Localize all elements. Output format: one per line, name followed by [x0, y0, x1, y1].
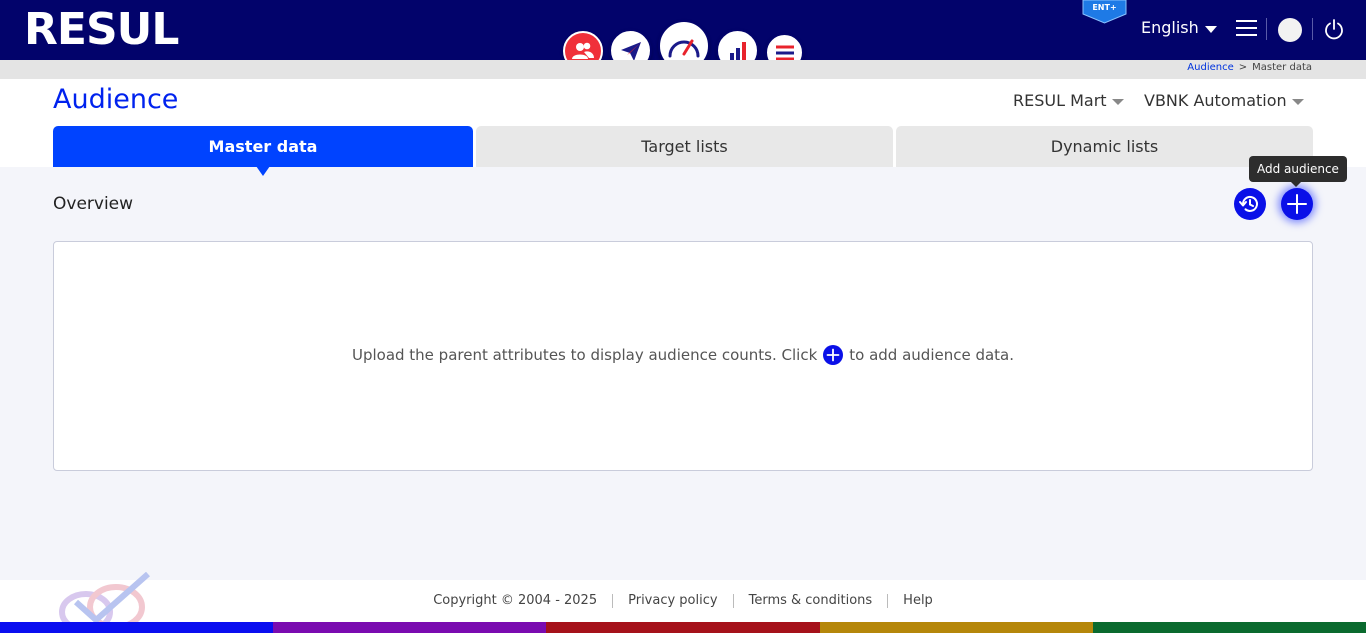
header-divider: [1266, 18, 1267, 40]
breadcrumb-bar: [0, 60, 1366, 79]
chevron-down-icon: [1111, 99, 1124, 105]
empty-state-text-after: to add audience data.: [849, 346, 1015, 364]
chevron-down-icon: [1291, 99, 1304, 105]
paper-plane-icon: [620, 41, 641, 61]
footer-color-bar: [0, 622, 1366, 633]
hamburger-menu-icon[interactable]: [1236, 20, 1257, 36]
breadcrumb: Audience > Master data: [1187, 62, 1312, 73]
language-selector[interactable]: English: [1141, 18, 1217, 37]
chevron-down-icon: [1204, 25, 1217, 33]
page-title: Audience: [53, 84, 179, 115]
plus-icon[interactable]: [823, 345, 844, 365]
color-segment: [819, 622, 1093, 633]
language-label: English: [1141, 18, 1199, 37]
tab-master-data[interactable]: Master data: [53, 126, 473, 167]
tab-target-lists[interactable]: Target lists: [476, 126, 893, 167]
gauge-icon: [668, 39, 700, 58]
color-segment: [1092, 622, 1366, 633]
edition-badge-label: ENT+: [1092, 3, 1117, 12]
active-tab-indicator: [256, 166, 270, 176]
empty-state-message: Upload the parent attributes to display …: [54, 345, 1312, 365]
empty-state-text-before: Upload the parent attributes to display …: [351, 346, 818, 364]
audience-icon: [572, 42, 594, 59]
account-label: VBNK Automation: [1144, 91, 1287, 110]
footer-links: Copyright © 2004 - 2025 Privacy policy T…: [0, 593, 1366, 608]
logout-icon[interactable]: [1323, 18, 1345, 40]
history-icon: [1239, 195, 1258, 212]
terms-link[interactable]: Terms & conditions: [734, 593, 888, 608]
account-dropdown[interactable]: VBNK Automation: [1144, 91, 1304, 110]
add-audience-button[interactable]: [1281, 188, 1313, 220]
audience-overview-panel: Upload the parent attributes to display …: [53, 241, 1313, 471]
department-dropdown[interactable]: RESUL Mart: [1013, 91, 1124, 110]
history-button[interactable]: [1234, 188, 1266, 220]
privacy-policy-link[interactable]: Privacy policy: [613, 593, 732, 608]
header-divider: [1312, 18, 1313, 40]
breadcrumb-separator: >: [1238, 62, 1248, 73]
plus-icon: [1287, 194, 1307, 214]
department-label: RESUL Mart: [1013, 91, 1107, 110]
color-segment: [0, 622, 274, 633]
copyright-text: Copyright © 2004 - 2025: [433, 593, 598, 608]
color-segment: [273, 622, 547, 633]
avatar[interactable]: [1278, 18, 1302, 42]
help-link[interactable]: Help: [888, 593, 948, 608]
section-title: Overview: [53, 194, 134, 214]
brand-logo[interactable]: RESUL: [24, 8, 179, 52]
edition-badge: ENT+: [1082, 0, 1127, 24]
bar-chart-icon: [729, 41, 746, 60]
add-audience-tooltip: Add audience: [1249, 156, 1347, 187]
breadcrumb-current: Master data: [1252, 62, 1312, 73]
color-segment: [546, 622, 820, 633]
breadcrumb-audience-link[interactable]: Audience: [1187, 62, 1233, 73]
